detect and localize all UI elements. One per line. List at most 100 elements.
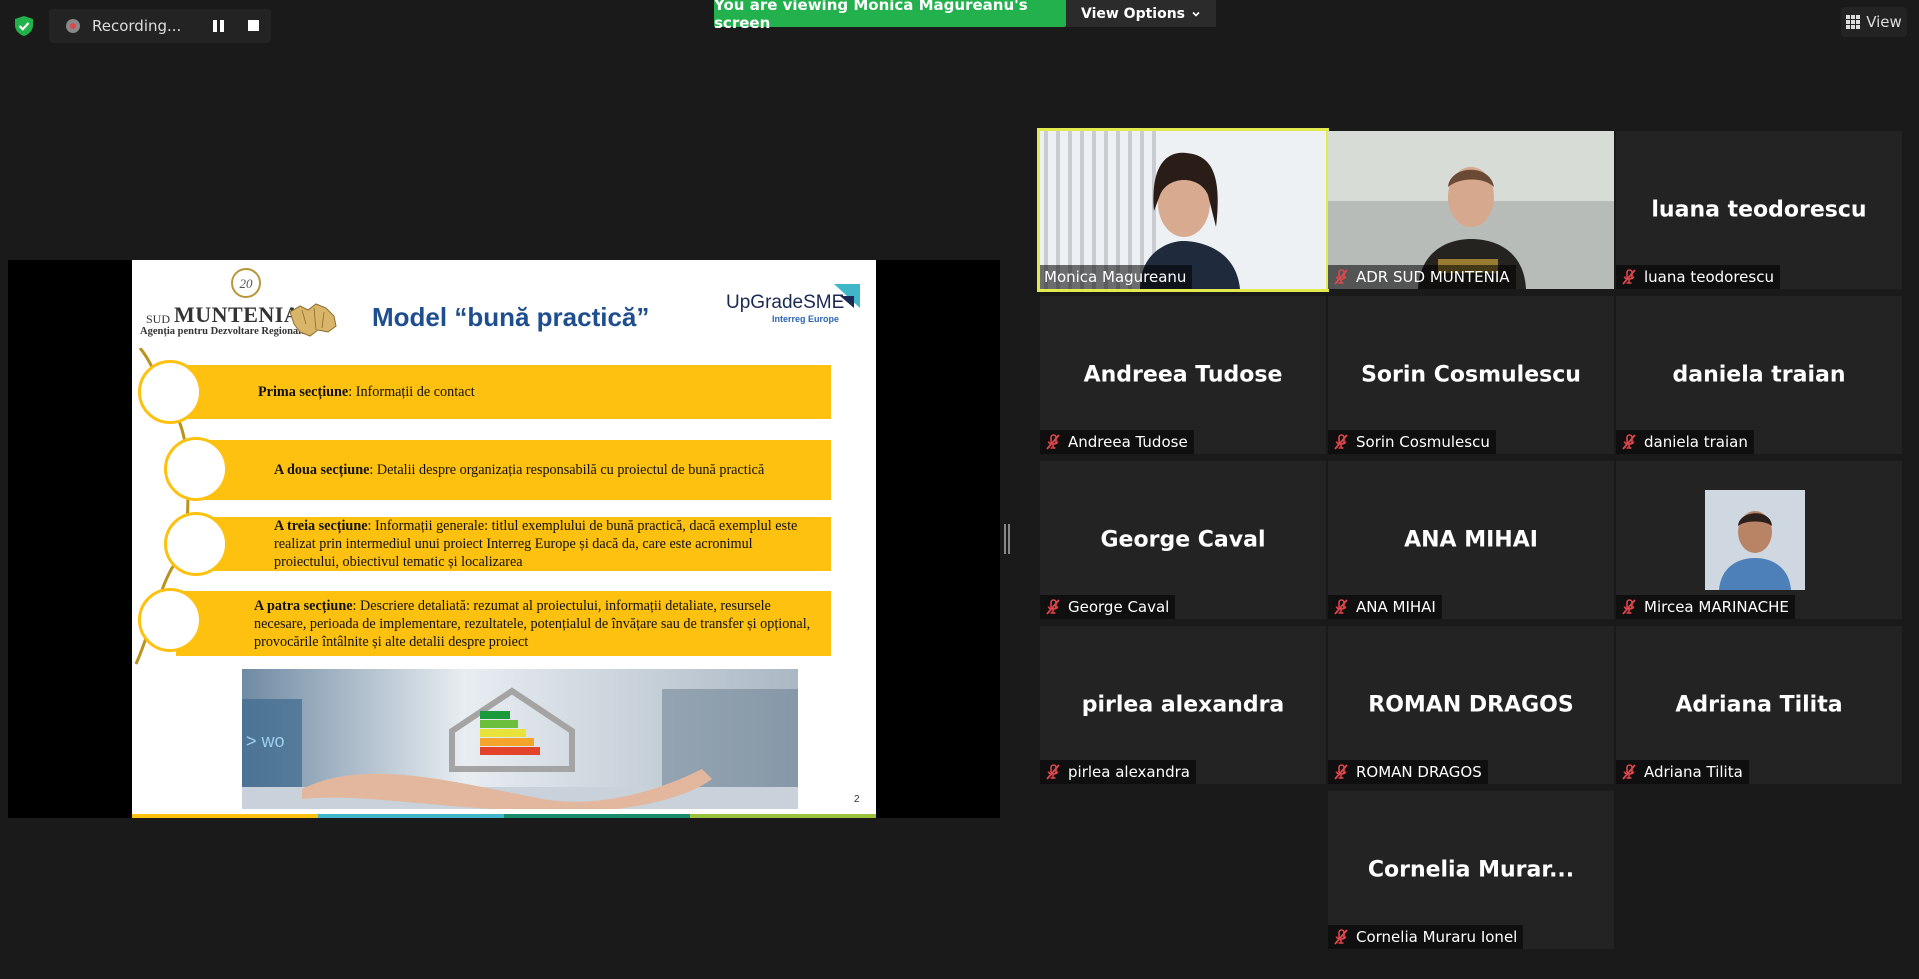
participant-name-tag: daniela traian xyxy=(1616,430,1754,454)
participant-tile[interactable]: ADR SUD MUNTENIA xyxy=(1328,131,1614,289)
recording-label: Recording... xyxy=(92,17,182,35)
muted-mic-icon xyxy=(1622,269,1636,285)
participant-display-name: George Caval xyxy=(1100,527,1266,553)
participant-display-name: daniela traian xyxy=(1672,362,1846,388)
section-circle-3 xyxy=(164,512,228,576)
participant-name-tag: George Caval xyxy=(1040,595,1176,619)
participant-avatar xyxy=(1705,490,1805,590)
participant-name: Sorin Cosmulescu xyxy=(1356,433,1490,451)
section-bar-2: A doua secțiune: Detalii despre organiza… xyxy=(202,440,831,500)
muted-mic-icon xyxy=(1334,764,1348,780)
participant-name-tag: Cornelia Muraru Ionel xyxy=(1328,925,1524,949)
section-heading: A treia secțiune xyxy=(274,518,368,534)
photo-overlay-text: > wo xyxy=(246,731,285,751)
participant-tile[interactable]: Mircea MARINACHE xyxy=(1616,461,1902,619)
shared-screen: 20 SUD MUNTENIA Agenția pentru Dezvoltar… xyxy=(8,260,1000,818)
section-circle-4 xyxy=(138,588,202,652)
muted-mic-icon xyxy=(1334,929,1348,945)
muted-mic-icon xyxy=(1622,434,1636,450)
muted-mic-icon xyxy=(1334,599,1348,615)
security-shield-icon[interactable] xyxy=(12,14,36,38)
muted-mic-icon xyxy=(1046,599,1060,615)
participant-name: daniela traian xyxy=(1644,433,1748,451)
participant-name: ADR SUD MUNTENIA xyxy=(1356,268,1510,286)
section-bar-4: A patra secțiune: Descriere detaliată: r… xyxy=(176,591,831,656)
upgradesme-text: UpGradeSME xyxy=(726,292,845,313)
chevron-down-icon xyxy=(1192,11,1200,17)
participant-display-name: Sorin Cosmulescu xyxy=(1361,362,1581,388)
view-options-button[interactable]: View Options xyxy=(1066,0,1216,27)
muted-mic-icon xyxy=(1334,434,1348,450)
logo-sud-text: SUD xyxy=(146,312,171,326)
section-text: : Detalii despre organizația responsabil… xyxy=(369,462,765,478)
logo-muntenia-text: MUNTENIA xyxy=(174,302,301,327)
view-label: View xyxy=(1866,13,1902,31)
participant-name-tag: Monica Magureanu xyxy=(1040,265,1193,289)
participant-tile[interactable]: Cornelia Murar... Cornelia Muraru Ionel xyxy=(1328,791,1614,949)
participant-name: Monica Magureanu xyxy=(1044,268,1187,286)
participant-display-name: Andreea Tudose xyxy=(1083,362,1283,388)
participant-display-name: ANA MIHAI xyxy=(1404,527,1538,553)
participant-name: George Caval xyxy=(1068,598,1170,616)
section-text: : Informații de contact xyxy=(348,384,475,400)
section-heading: A doua secțiune xyxy=(274,462,370,478)
section-bar-1: Prima secțiune: Informații de contact xyxy=(176,365,831,419)
energy-efficiency-photo: > wo xyxy=(242,669,798,809)
participant-name: ROMAN DRAGOS xyxy=(1356,763,1482,781)
muted-mic-icon xyxy=(1622,764,1636,780)
participant-tile[interactable]: Adriana Tilita Adriana Tilita xyxy=(1616,626,1902,784)
pause-recording-button[interactable] xyxy=(213,20,225,32)
participant-name: Mircea MARINACHE xyxy=(1644,598,1789,616)
participant-tile[interactable]: Andreea Tudose Andreea Tudose xyxy=(1040,296,1326,454)
participant-name-tag: Adriana Tilita xyxy=(1616,760,1749,784)
grid-view-icon xyxy=(1846,15,1861,29)
participant-display-name: pirlea alexandra xyxy=(1081,692,1285,718)
participant-tile[interactable]: pirlea alexandra pirlea alexandra xyxy=(1040,626,1326,784)
section-heading: Prima secțiune xyxy=(258,384,349,400)
participant-name-tag: ROMAN DRAGOS xyxy=(1328,760,1488,784)
slide-title: Model “bună practică” xyxy=(372,302,650,332)
participant-name: ANA MIHAI xyxy=(1356,598,1436,616)
logo-agency-text: Agenția pentru Dezvoltare Regională xyxy=(140,326,307,337)
upgradesme-logo: UpGradeSME Interreg Europe xyxy=(726,282,866,324)
participant-name: Cornelia Muraru Ionel xyxy=(1356,928,1518,946)
view-options-label: View Options xyxy=(1080,5,1186,22)
participant-name: pirlea alexandra xyxy=(1068,763,1190,781)
participant-name: Andreea Tudose xyxy=(1068,433,1188,451)
participant-display-name: ROMAN DRAGOS xyxy=(1368,692,1574,718)
participant-tile[interactable]: ROMAN DRAGOS ROMAN DRAGOS xyxy=(1328,626,1614,784)
participant-tile[interactable]: daniela traian daniela traian xyxy=(1616,296,1902,454)
section-heading: A patra secțiune xyxy=(254,597,353,614)
view-layout-button[interactable]: View xyxy=(1841,7,1907,37)
section-bar-3: A treia secțiune: Informații generale: t… xyxy=(202,517,831,571)
recording-indicator: Recording... xyxy=(49,9,271,43)
participant-name-tag: ADR SUD MUNTENIA xyxy=(1328,265,1516,289)
participant-tile[interactable]: Monica Magureanu xyxy=(1037,128,1329,292)
stop-recording-button[interactable] xyxy=(248,20,259,31)
participant-name-tag: ANA MIHAI xyxy=(1328,595,1442,619)
participant-tile[interactable]: George Caval George Caval xyxy=(1040,461,1326,619)
presentation-slide: 20 SUD MUNTENIA Agenția pentru Dezvoltar… xyxy=(132,260,876,818)
section-circle-1 xyxy=(138,360,202,424)
anniversary-badge: 20 xyxy=(231,268,261,298)
upgradesme-mark-icon xyxy=(834,284,860,308)
split-resize-handle[interactable] xyxy=(1004,524,1010,554)
participant-display-name: Cornelia Murar... xyxy=(1367,857,1575,883)
section-circle-2 xyxy=(164,437,228,501)
participant-name: luana teodorescu xyxy=(1644,268,1774,286)
participant-name-tag: pirlea alexandra xyxy=(1040,760,1196,784)
participant-tile[interactable]: luana teodorescu luana teodorescu xyxy=(1616,131,1902,289)
muted-mic-icon xyxy=(1622,599,1636,615)
screen-share-banner: You are viewing Monica Magureanu's scree… xyxy=(714,0,1066,32)
participant-name-tag: Mircea MARINACHE xyxy=(1616,595,1795,619)
participant-display-name: Adriana Tilita xyxy=(1675,692,1843,718)
participant-tile[interactable]: ANA MIHAI ANA MIHAI xyxy=(1328,461,1614,619)
muted-mic-icon xyxy=(1046,434,1060,450)
participant-name-tag: luana teodorescu xyxy=(1616,265,1780,289)
slide-page-number: 2 xyxy=(854,794,860,805)
participant-name-tag: Andreea Tudose xyxy=(1040,430,1194,454)
participant-tile[interactable]: Sorin Cosmulescu Sorin Cosmulescu xyxy=(1328,296,1614,454)
participant-display-name: luana teodorescu xyxy=(1651,197,1867,223)
muted-mic-icon xyxy=(1046,764,1060,780)
region-map-icon xyxy=(289,303,337,337)
